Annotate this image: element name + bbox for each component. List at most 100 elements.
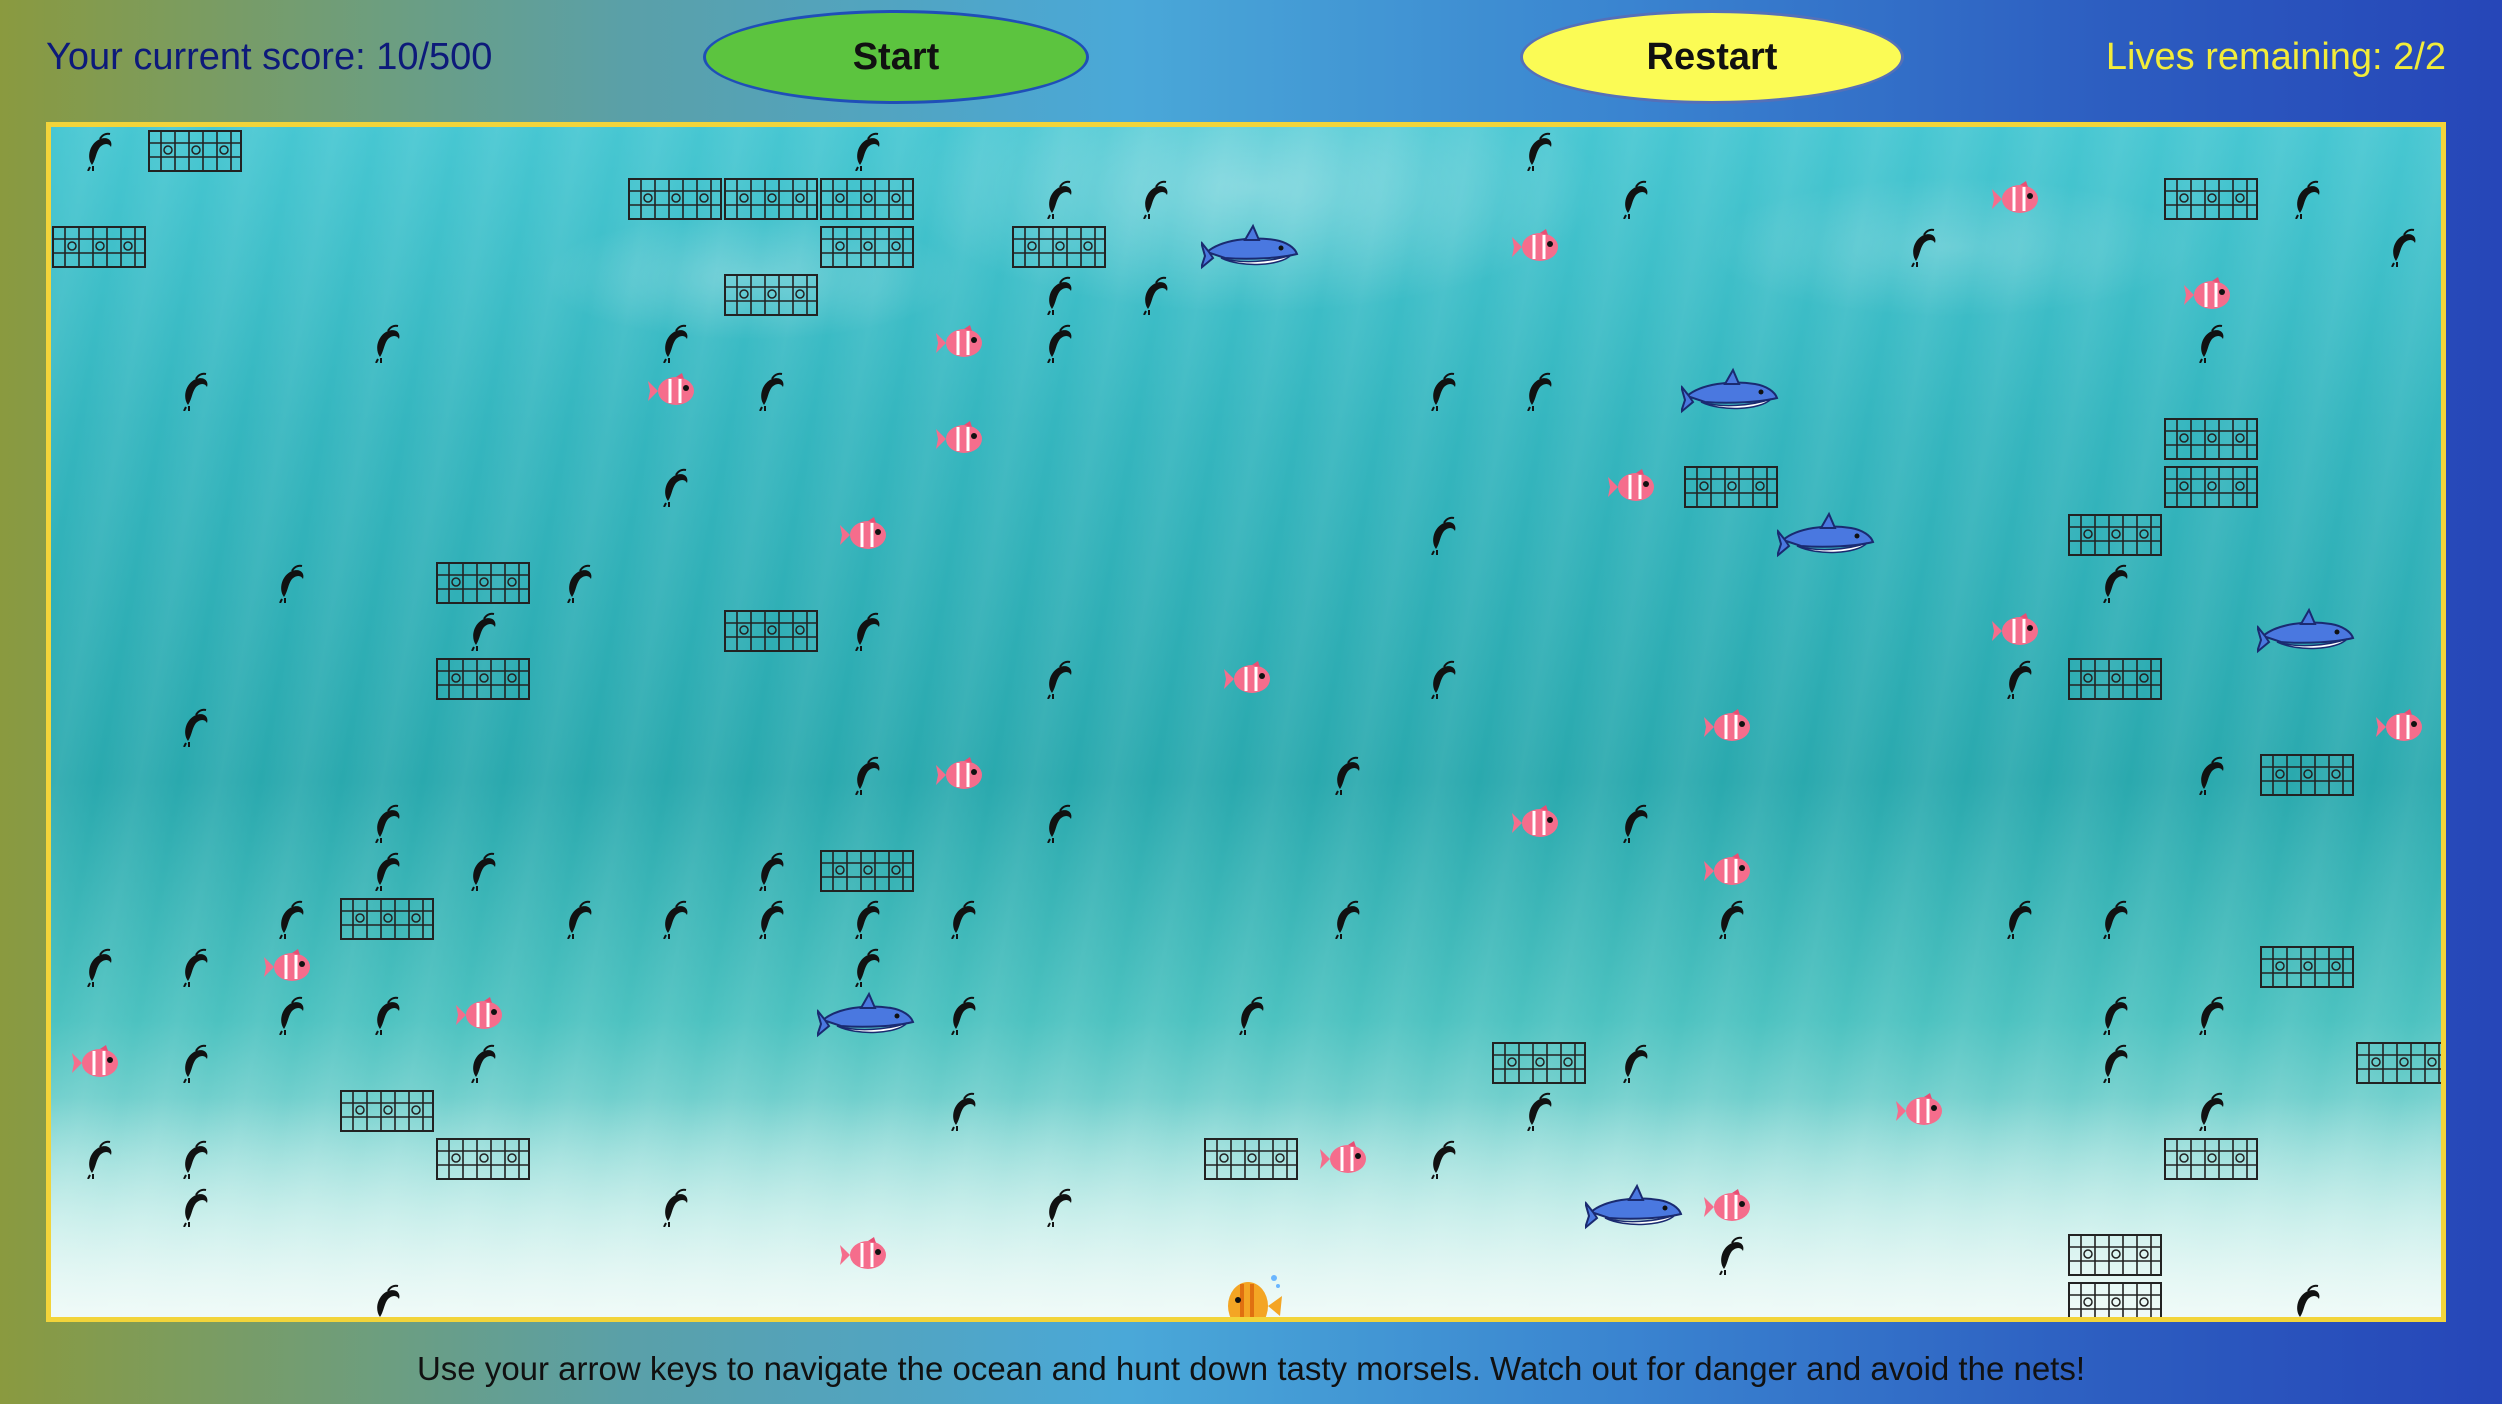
- food-morsel-icon: [1714, 899, 1748, 940]
- pink-fish-icon: [2374, 705, 2432, 749]
- game-board[interactable]: [46, 122, 2446, 1322]
- food-morsel-icon: [1138, 179, 1172, 220]
- food-morsel-icon: [1618, 179, 1652, 220]
- food-morsel-icon: [2194, 1091, 2228, 1132]
- pink-fish-icon: [262, 945, 320, 989]
- food-morsel-icon: [178, 371, 212, 412]
- food-morsel-icon: [466, 1043, 500, 1084]
- shark-icon: [814, 990, 917, 1040]
- food-morsel-icon: [754, 851, 788, 892]
- food-morsel-icon: [2290, 1283, 2324, 1317]
- food-morsel-icon: [370, 995, 404, 1036]
- food-morsel-icon: [658, 467, 692, 508]
- net-icon: [2163, 1137, 2259, 1181]
- food-morsel-icon: [178, 1043, 212, 1084]
- food-morsel-icon: [1042, 323, 1076, 364]
- food-morsel-icon: [1426, 371, 1460, 412]
- net-icon: [339, 1089, 435, 1133]
- food-morsel-icon: [2098, 563, 2132, 604]
- food-morsel-icon: [178, 707, 212, 748]
- pink-fish-icon: [1990, 609, 2048, 653]
- net-icon: [723, 609, 819, 653]
- net-icon: [2067, 1281, 2163, 1317]
- food-morsel-icon: [658, 899, 692, 940]
- pink-fish-icon: [454, 993, 512, 1037]
- food-morsel-icon: [850, 131, 884, 172]
- net-icon: [2067, 513, 2163, 557]
- pink-fish-icon: [1702, 849, 1760, 893]
- food-morsel-icon: [1522, 131, 1556, 172]
- food-morsel-icon: [1234, 995, 1268, 1036]
- food-morsel-icon: [2194, 995, 2228, 1036]
- food-morsel-icon: [1522, 1091, 1556, 1132]
- food-morsel-icon: [1138, 275, 1172, 316]
- net-icon: [435, 657, 531, 701]
- food-morsel-icon: [178, 947, 212, 988]
- net-icon: [147, 129, 243, 173]
- net-icon: [1203, 1137, 1299, 1181]
- food-morsel-icon: [1522, 371, 1556, 412]
- food-morsel-icon: [850, 611, 884, 652]
- food-morsel-icon: [754, 899, 788, 940]
- food-morsel-icon: [82, 947, 116, 988]
- food-morsel-icon: [82, 131, 116, 172]
- instructions-text: Use your arrow keys to navigate the ocea…: [416, 1350, 2086, 1387]
- pink-fish-icon: [1222, 657, 1280, 701]
- food-morsel-icon: [562, 899, 596, 940]
- food-morsel-icon: [2194, 755, 2228, 796]
- food-morsel-icon: [274, 899, 308, 940]
- food-morsel-icon: [946, 995, 980, 1036]
- food-morsel-icon: [946, 1091, 980, 1132]
- net-icon: [723, 273, 819, 317]
- top-bar: Your current score: 10/500 Start Restart…: [0, 0, 2502, 120]
- net-icon: [819, 225, 915, 269]
- food-morsel-icon: [1426, 1139, 1460, 1180]
- net-icon: [2163, 417, 2259, 461]
- food-morsel-icon: [658, 1187, 692, 1228]
- net-icon: [2067, 1233, 2163, 1277]
- pink-fish-icon: [1990, 177, 2048, 221]
- food-morsel-icon: [754, 371, 788, 412]
- food-morsel-icon: [2098, 1043, 2132, 1084]
- pink-fish-icon: [1318, 1137, 1376, 1181]
- food-morsel-icon: [946, 899, 980, 940]
- food-morsel-icon: [1330, 755, 1364, 796]
- player-fish-icon: [1216, 1268, 1286, 1317]
- food-morsel-icon: [1042, 275, 1076, 316]
- pink-fish-icon: [1702, 705, 1760, 749]
- net-icon: [723, 177, 819, 221]
- pink-fish-icon: [1510, 225, 1568, 269]
- food-morsel-icon: [370, 1283, 404, 1317]
- net-icon: [2259, 753, 2355, 797]
- restart-button[interactable]: Restart: [1520, 10, 1904, 104]
- net-icon: [2355, 1041, 2441, 1085]
- food-morsel-icon: [1042, 1187, 1076, 1228]
- net-icon: [435, 1137, 531, 1181]
- food-morsel-icon: [658, 323, 692, 364]
- pink-fish-icon: [70, 1041, 128, 1085]
- pink-fish-icon: [2182, 273, 2240, 317]
- start-button[interactable]: Start: [703, 10, 1089, 104]
- pink-fish-icon: [934, 417, 992, 461]
- food-morsel-icon: [1618, 1043, 1652, 1084]
- pink-fish-icon: [934, 321, 992, 365]
- food-morsel-icon: [562, 563, 596, 604]
- score-display: Your current score: 10/500: [46, 36, 493, 78]
- food-morsel-icon: [1714, 1235, 1748, 1276]
- lives-display: Lives remaining: 2/2: [2105, 36, 2446, 78]
- net-icon: [435, 561, 531, 605]
- pink-fish-icon: [1894, 1089, 1952, 1133]
- net-icon: [339, 897, 435, 941]
- net-icon: [1683, 465, 1779, 509]
- net-icon: [819, 177, 915, 221]
- food-morsel-icon: [1426, 659, 1460, 700]
- net-icon: [627, 177, 723, 221]
- shark-icon: [2254, 606, 2357, 656]
- food-morsel-icon: [1042, 803, 1076, 844]
- food-morsel-icon: [370, 803, 404, 844]
- food-morsel-icon: [2290, 179, 2324, 220]
- food-morsel-icon: [1426, 515, 1460, 556]
- pink-fish-icon: [838, 513, 896, 557]
- net-icon: [2259, 945, 2355, 989]
- food-morsel-icon: [850, 899, 884, 940]
